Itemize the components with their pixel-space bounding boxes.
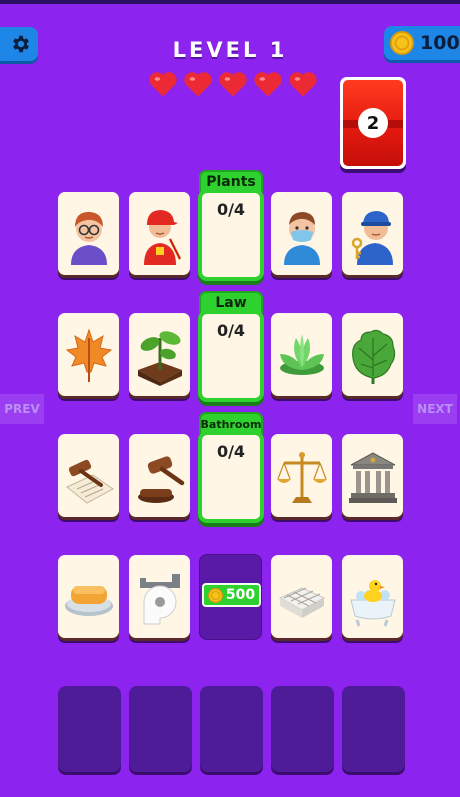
- card-judge-gavel[interactable]: [129, 434, 190, 517]
- coin-icon: [207, 587, 223, 603]
- card-boy-with-mask[interactable]: [271, 192, 332, 275]
- card-courthouse[interactable]: [342, 434, 403, 517]
- category-slot-plants[interactable]: 0/4: [198, 189, 264, 281]
- firefighter-boy-icon: [143, 209, 182, 265]
- top-edge: [0, 0, 460, 4]
- card-scales-of-justice[interactable]: [271, 434, 332, 517]
- card-soap-bar[interactable]: [58, 555, 119, 638]
- heart-icon: [184, 72, 212, 97]
- soap-icon: [64, 585, 113, 616]
- category-progress: 0/4: [216, 200, 246, 219]
- rubber-duck-icon: [349, 579, 396, 626]
- judge-gavel-icon: [137, 455, 184, 503]
- category-progress: 0/4: [216, 321, 246, 340]
- category-progress: 0/4: [216, 442, 246, 461]
- card-rubber-duck-bathtub[interactable]: [342, 555, 403, 638]
- succulent-icon: [279, 333, 324, 375]
- card-boy-with-glasses[interactable]: [58, 192, 119, 275]
- gavel-document-icon: [65, 459, 114, 504]
- holding-slot[interactable]: [129, 686, 192, 772]
- next-button[interactable]: NEXT: [413, 394, 457, 424]
- card-maple-leaf[interactable]: [58, 313, 119, 396]
- potted-seedling-icon: [137, 330, 182, 386]
- fig-leaf-icon: [351, 329, 395, 384]
- courthouse-icon: [348, 451, 397, 503]
- unlock-price: 500: [225, 587, 256, 603]
- holding-slot[interactable]: [58, 686, 121, 772]
- unlock-price-button[interactable]: 500: [202, 583, 261, 607]
- card-toilet-paper-roll[interactable]: [129, 555, 190, 638]
- moves-left-count: 2: [358, 108, 388, 138]
- level-title: LEVEL 1: [172, 38, 288, 62]
- towel-icon: [278, 586, 325, 618]
- card-potted-seedling[interactable]: [129, 313, 190, 396]
- heart-icon: [219, 72, 247, 97]
- heart-icon: [289, 72, 317, 97]
- category-slot-law[interactable]: 0/4: [198, 310, 264, 402]
- holding-slot[interactable]: [200, 686, 263, 772]
- maple-leaf-icon: [65, 327, 112, 382]
- card-gavel-on-document[interactable]: [58, 434, 119, 517]
- card-firefighter-boy[interactable]: [129, 192, 190, 275]
- category-slot-bathroom[interactable]: 0/4: [198, 431, 264, 523]
- locksmith-boy-icon: [351, 210, 393, 265]
- card-fig-leaf[interactable]: [342, 313, 403, 396]
- card-locksmith-boy[interactable]: [342, 192, 403, 275]
- heart-icon: [254, 72, 282, 97]
- card-green-succulent[interactable]: [271, 313, 332, 396]
- holding-slot[interactable]: [342, 686, 405, 772]
- boy-with-glasses-icon: [70, 211, 107, 265]
- scales-icon: [276, 451, 327, 503]
- boy-with-mask-icon: [283, 211, 320, 265]
- prev-button[interactable]: PREV: [0, 394, 44, 424]
- card-folded-towel[interactable]: [271, 555, 332, 638]
- draw-pile-card[interactable]: 2: [340, 77, 406, 169]
- lives-hearts: [148, 69, 318, 101]
- heart-icon: [149, 72, 177, 97]
- toilet-paper-icon: [139, 573, 180, 624]
- holding-slot[interactable]: [271, 686, 334, 772]
